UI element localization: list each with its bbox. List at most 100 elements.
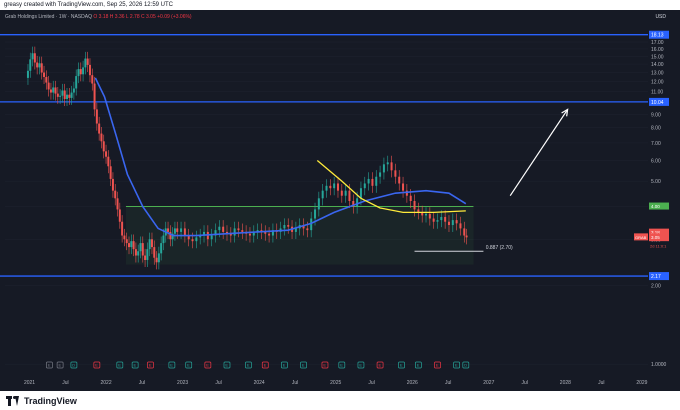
y-tick-label: 2.00	[651, 283, 661, 289]
candle-body	[123, 235, 126, 240]
event-marker-label: E	[400, 363, 403, 368]
candle-body	[98, 123, 101, 134]
event-marker-label: D	[72, 363, 75, 368]
y-tick-label: 9.00	[651, 112, 661, 118]
event-marker-label: E	[170, 363, 173, 368]
candle-body	[451, 220, 454, 226]
candle-body	[61, 90, 64, 96]
candle-body	[43, 72, 46, 77]
author-line: greasy created with TradingView.com, Sep…	[4, 2, 173, 8]
y-tick-label: 6.00	[651, 158, 661, 164]
candle-body	[222, 226, 225, 232]
candle-body	[386, 162, 389, 165]
x-tick-label: 2024	[254, 380, 265, 386]
event-marker-label: E	[134, 363, 137, 368]
event-marker-label: E	[48, 363, 51, 368]
candle-body	[344, 190, 347, 196]
event-marker-label: E	[187, 363, 190, 368]
candle-body	[70, 92, 73, 98]
candle-body	[241, 230, 244, 232]
candle-body	[180, 228, 183, 232]
candle-body	[79, 69, 82, 75]
x-tick-label: 2021	[24, 380, 35, 386]
candle-body	[150, 239, 153, 248]
y-tick-label: 17.00	[651, 40, 664, 46]
candle-body	[91, 75, 94, 84]
event-marker-label: D	[464, 363, 467, 368]
candle-body	[191, 239, 194, 242]
price-chart[interactable]: 1.00002.003.004.005.006.007.008.009.0010…	[0, 10, 680, 391]
candle-body	[134, 249, 137, 256]
currency-label: USD	[655, 14, 666, 20]
candle-body	[33, 53, 36, 63]
candle-body	[38, 63, 41, 68]
price-tag-label: 3.05	[651, 235, 660, 240]
y-tick-label: 1.0000	[651, 362, 667, 368]
candle-body	[148, 239, 151, 250]
candle-body	[409, 195, 412, 201]
chart-area[interactable]: 1.00002.003.004.005.006.007.008.009.0010…	[0, 10, 680, 391]
event-marker-label: E	[59, 363, 62, 368]
event-marker-label: E	[455, 363, 458, 368]
candle-body	[325, 185, 328, 191]
candle-body	[82, 67, 85, 75]
event-marker-label: E	[95, 363, 98, 368]
candle-body	[84, 58, 87, 68]
candle-body	[314, 209, 317, 219]
candle-body	[459, 223, 462, 229]
event-marker-label: E	[323, 363, 326, 368]
projection-arrow-line	[509, 109, 569, 197]
x-tick-label: Jul	[522, 380, 528, 386]
x-tick-label: Jul	[215, 380, 221, 386]
candle-body	[59, 95, 62, 97]
footer-bar: TradingView	[0, 391, 680, 410]
price-tag-label: 4.00	[651, 204, 660, 209]
candle-body	[283, 225, 286, 229]
candle-body	[95, 109, 98, 124]
close-countdown-label: 2d 11:0:1	[650, 243, 667, 248]
event-marker-label: E	[283, 363, 286, 368]
candle-body	[447, 221, 450, 226]
symbol-name: Grab Holdings Limited · 1W · NASDAQ	[5, 14, 92, 20]
candle-body	[162, 235, 165, 244]
candle-body	[26, 70, 29, 78]
event-marker-label: E	[149, 363, 152, 368]
candle-body	[167, 228, 170, 232]
candle-body	[116, 198, 119, 210]
candle-body	[137, 251, 140, 256]
x-tick-label: 2029	[636, 380, 647, 386]
y-tick-label: 13.00	[651, 71, 664, 77]
candle-body	[425, 213, 428, 216]
ohlc-values: O 3.18 H 3.36 L 2.78 C 3.05 +0.09 (+3.06…	[93, 14, 192, 20]
x-tick-label: 2023	[177, 380, 188, 386]
candle-body	[118, 209, 121, 222]
candle-body	[68, 94, 71, 98]
level-price-label: 10.04	[651, 100, 664, 106]
y-tick-label: 8.00	[651, 126, 661, 132]
candle-body	[363, 183, 366, 189]
candle-body	[413, 200, 416, 210]
candle-body	[132, 241, 135, 250]
x-tick-label: Jul	[368, 380, 374, 386]
candle-body	[432, 218, 435, 222]
candle-body	[40, 63, 43, 73]
candle-body	[333, 183, 336, 189]
candle-body	[218, 226, 221, 231]
candle-body	[398, 176, 401, 184]
level-price-label: 2.17	[651, 274, 661, 280]
candle-body	[125, 239, 128, 244]
candle-body	[47, 82, 50, 90]
candle-body	[348, 190, 351, 201]
candle-body	[195, 237, 198, 242]
candle-body	[371, 178, 374, 186]
event-marker-label: E	[436, 363, 439, 368]
event-marker-label: E	[264, 363, 267, 368]
candle-body	[114, 190, 117, 199]
candle-body	[340, 190, 343, 196]
candle-body	[440, 216, 443, 221]
y-tick-label: 14.00	[651, 62, 664, 68]
brand-name: TradingView	[24, 395, 77, 406]
y-tick-label: 12.00	[651, 80, 664, 86]
candle-body	[105, 151, 108, 157]
event-marker-label: E	[118, 363, 121, 368]
